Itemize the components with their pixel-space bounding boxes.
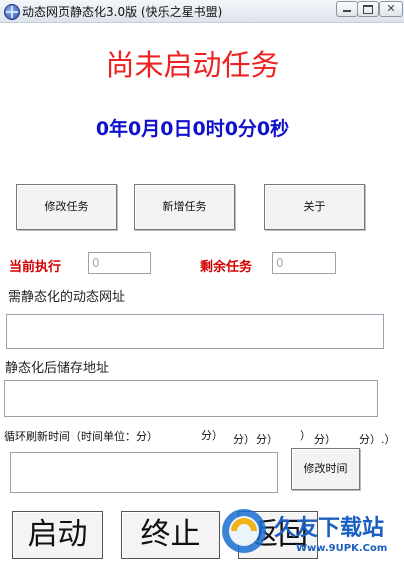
new-task-button[interactable]: 新增任务 xyxy=(134,184,235,230)
watermark-logo-icon xyxy=(222,509,266,553)
refresh-fragment: 分） xyxy=(201,429,223,442)
refresh-fragment: ） xyxy=(300,429,311,442)
minimize-button[interactable] xyxy=(336,1,358,17)
modify-time-button[interactable]: 修改时间 xyxy=(291,448,360,490)
maximize-button[interactable] xyxy=(357,1,379,17)
title-bar: 动态网页静态化3.0版 (快乐之星书盟) ✕ xyxy=(0,0,404,23)
app-icon xyxy=(4,4,20,20)
refresh-fragment: 分） xyxy=(256,433,278,446)
storage-path-label: 静态化后储存地址 xyxy=(5,361,110,376)
task-status: 尚未启动任务 xyxy=(105,48,280,82)
close-button[interactable]: ✕ xyxy=(379,1,403,17)
current-task-field[interactable]: 0 xyxy=(88,252,151,274)
site-watermark: 久友下载站 Www.9UPK.Com xyxy=(222,509,387,554)
window-title: 动态网页静态化3.0版 (快乐之星书盟) xyxy=(22,5,223,19)
watermark-url: Www.9UPK.Com xyxy=(296,543,387,554)
start-button[interactable]: 启动 xyxy=(12,511,103,559)
edit-task-button[interactable]: 修改任务 xyxy=(16,184,117,230)
close-icon: ✕ xyxy=(386,2,396,15)
dynamic-url-label: 需静态化的动态网址 xyxy=(8,290,126,305)
storage-path-input[interactable] xyxy=(4,380,378,417)
maximize-icon xyxy=(363,5,373,14)
remaining-task-label: 剩余任务 xyxy=(200,260,253,275)
minimize-icon xyxy=(343,10,351,12)
refresh-interval-input[interactable] xyxy=(10,452,278,493)
refresh-interval-label: 循环刷新时间（时间单位：分） xyxy=(4,430,158,443)
refresh-fragment: 分）.） xyxy=(359,433,396,446)
refresh-fragment: 分） xyxy=(233,433,255,446)
current-task-label: 当前执行 xyxy=(9,260,62,275)
refresh-fragment: 分） xyxy=(314,433,336,446)
remaining-task-field[interactable]: 0 xyxy=(272,252,336,274)
stop-button[interactable]: 终止 xyxy=(121,511,220,559)
elapsed-timer: 0年0月0日0时0分0秒 xyxy=(95,118,290,140)
watermark-brand: 久友下载站 xyxy=(274,515,384,541)
dynamic-url-input[interactable] xyxy=(6,314,384,349)
about-button[interactable]: 关于 xyxy=(264,184,365,230)
